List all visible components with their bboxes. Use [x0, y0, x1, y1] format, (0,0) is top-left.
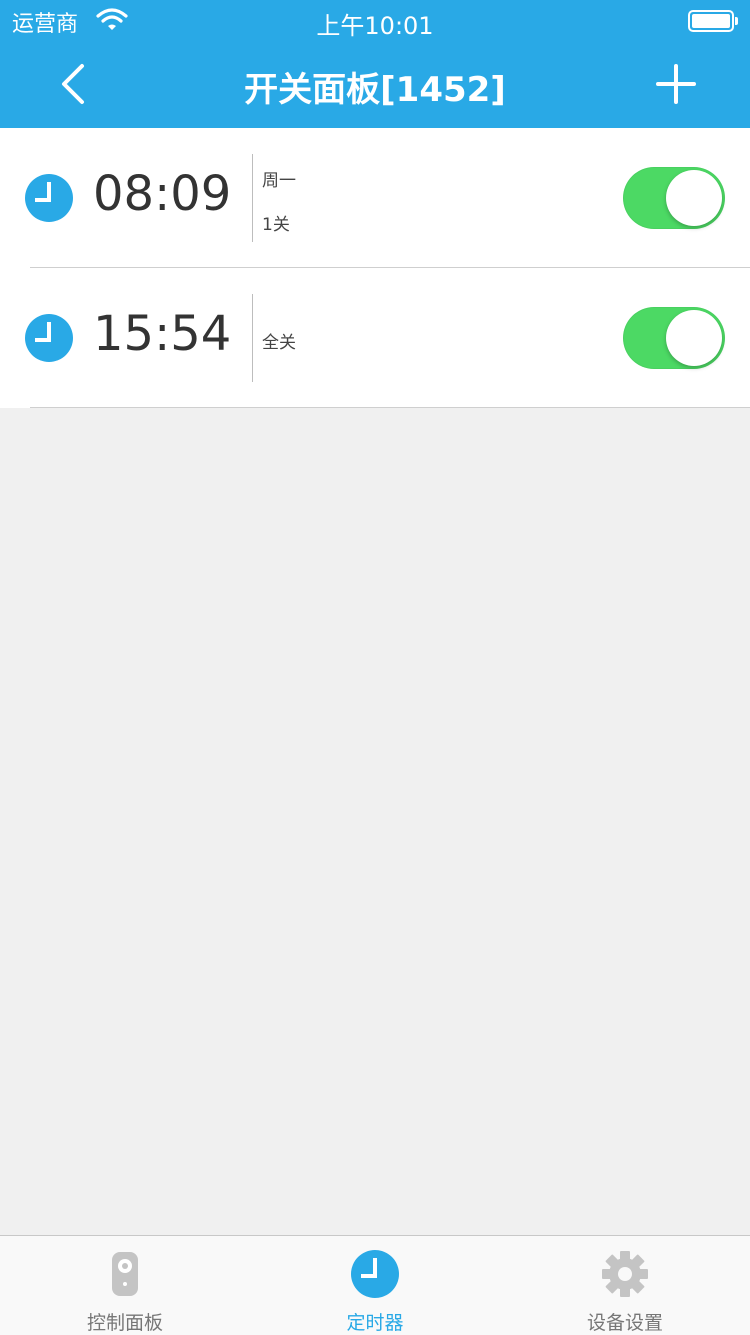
tab-timer[interactable]: 定时器 — [250, 1236, 500, 1335]
add-timer-button[interactable] — [654, 62, 698, 106]
tab-label: 设备设置 — [586, 1312, 663, 1334]
battery-icon — [688, 10, 738, 32]
timer-enable-toggle[interactable] — [623, 307, 725, 369]
gear-icon — [602, 1251, 648, 1297]
timer-time: 15:54 — [93, 306, 232, 362]
timer-enable-toggle[interactable] — [623, 167, 725, 229]
timer-row[interactable]: 08:09 周一 1关 — [0, 128, 750, 268]
tab-device-settings[interactable]: 设备设置 — [500, 1236, 750, 1335]
timer-row[interactable]: 15:54 全关 — [0, 268, 750, 408]
status-time: 上午10:01 — [316, 12, 434, 40]
timer-repeat-day: 周一 — [262, 171, 296, 191]
timer-action: 全关 — [262, 333, 296, 353]
clock-icon — [25, 174, 73, 222]
tab-control-panel[interactable]: 控制面板 — [0, 1236, 250, 1335]
tab-label: 定时器 — [346, 1312, 404, 1334]
timer-action: 1关 — [262, 215, 290, 235]
row-divider — [30, 407, 750, 408]
clock-icon — [25, 314, 73, 362]
page-title: 开关面板[1452] — [244, 70, 506, 110]
divider-vertical — [252, 154, 253, 242]
clock-icon — [351, 1250, 399, 1298]
navigation-bar: 运营商 上午10:01 开关面板[1452] — [0, 0, 750, 128]
tab-label: 控制面板 — [86, 1312, 163, 1334]
tab-bar: 控制面板 定时器 设备设置 — [0, 1235, 750, 1335]
timer-list: 08:09 周一 1关 15:54 全关 — [0, 128, 750, 408]
timer-time: 08:09 — [93, 166, 232, 222]
divider-vertical — [252, 294, 253, 382]
remote-icon — [112, 1252, 138, 1296]
